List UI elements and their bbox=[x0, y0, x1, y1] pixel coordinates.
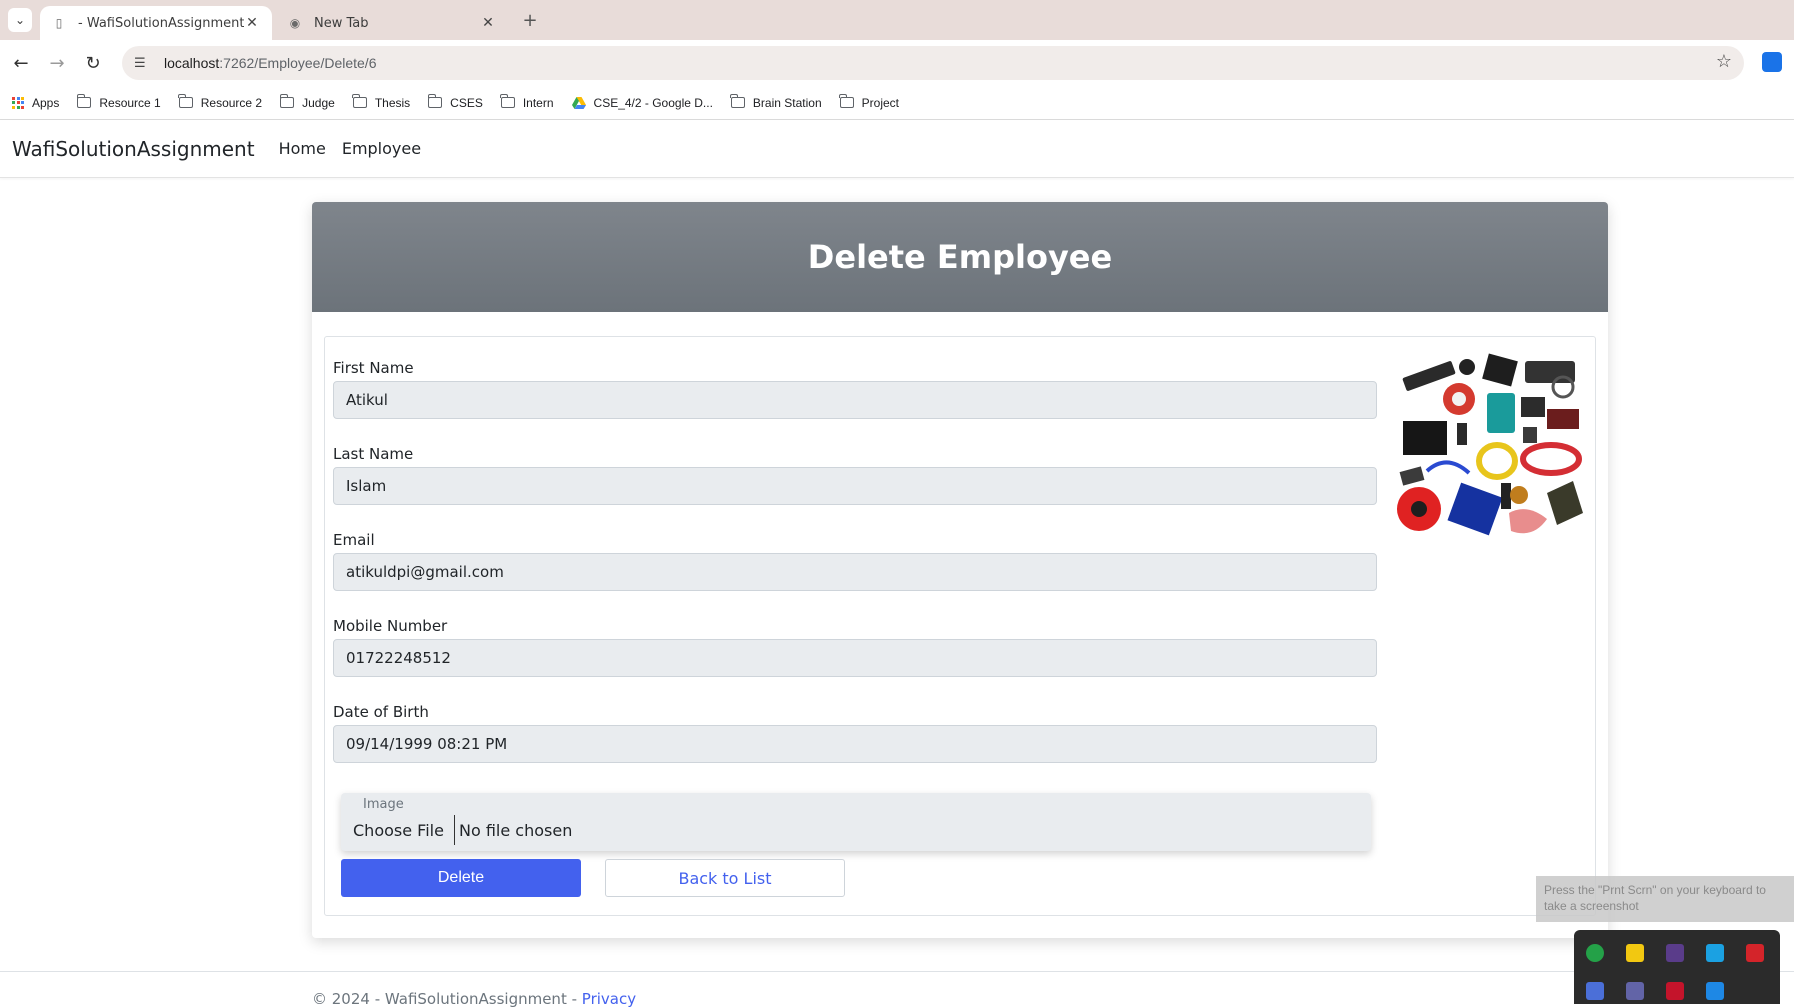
brand-link[interactable]: WafiSolutionAssignment bbox=[12, 137, 255, 161]
bookmark-folder[interactable]: Resource 1 bbox=[76, 94, 161, 110]
check-icon[interactable] bbox=[1586, 944, 1604, 962]
address-bar[interactable]: ☰ localhost:7262/Employee/Delete/6 ☆ bbox=[122, 46, 1744, 80]
folder-icon bbox=[279, 94, 295, 108]
email-group: Email atikuldpi@gmail.com bbox=[333, 531, 1377, 591]
screenshot-toast: Press the "Prnt Scrn" on your keyboard t… bbox=[1536, 876, 1794, 922]
employee-form: First Name Atikul Last Name Islam Email … bbox=[324, 336, 1596, 916]
bluetooth-icon[interactable] bbox=[1706, 944, 1724, 962]
footer: © 2024 - WafiSolutionAssignment - Privac… bbox=[312, 990, 636, 1008]
card-header: Delete Employee bbox=[312, 202, 1608, 312]
first-name-group: First Name Atikul bbox=[333, 359, 1377, 419]
page-title: Delete Employee bbox=[807, 238, 1113, 276]
bookmark-folder[interactable]: Thesis bbox=[352, 94, 410, 110]
folder-icon bbox=[178, 94, 193, 108]
defender-icon[interactable] bbox=[1706, 982, 1724, 1000]
app-icon[interactable] bbox=[1666, 982, 1684, 1000]
file-status: No file chosen bbox=[459, 820, 573, 840]
tab-search-dropdown-icon[interactable]: ⌄ bbox=[8, 8, 32, 32]
email-label: Email bbox=[333, 531, 375, 549]
last-name-group: Last Name Islam bbox=[333, 445, 1377, 505]
back-arrow-icon[interactable]: ← bbox=[8, 50, 34, 76]
bookmark-folder[interactable]: CSES bbox=[427, 94, 483, 110]
reload-icon[interactable]: ↻ bbox=[80, 50, 106, 76]
dob-label: Date of Birth bbox=[333, 703, 429, 721]
folder-icon bbox=[352, 94, 367, 108]
copyright-text: © 2024 - WafiSolutionAssignment - bbox=[312, 990, 582, 1008]
system-tray-flyout bbox=[1574, 930, 1780, 1004]
folder-icon bbox=[76, 94, 92, 108]
google-drive-icon bbox=[571, 96, 586, 109]
privacy-link[interactable]: Privacy bbox=[582, 990, 636, 1008]
employee-photo bbox=[1397, 353, 1583, 536]
folder-icon bbox=[730, 94, 745, 108]
new-tab-icon[interactable]: + bbox=[518, 8, 542, 32]
delete-employee-card: Delete Employee First Name Atikul Last N… bbox=[312, 202, 1608, 938]
acrobat-icon[interactable] bbox=[1746, 944, 1764, 962]
apps-grid-icon bbox=[12, 96, 24, 109]
last-name-field[interactable]: Islam bbox=[333, 467, 1377, 505]
nav-home-link[interactable]: Home bbox=[279, 139, 326, 158]
image-label: Image bbox=[363, 797, 404, 812]
tab-new-tab[interactable]: ◉ New Tab ✕ bbox=[276, 6, 508, 40]
forward-arrow-icon[interactable]: → bbox=[44, 50, 70, 76]
footer-divider bbox=[0, 971, 1794, 972]
folder-icon bbox=[839, 94, 854, 108]
bookmark-apps[interactable]: Apps bbox=[12, 96, 59, 110]
close-tab-icon[interactable]: ✕ bbox=[244, 15, 260, 31]
nav-employee-link[interactable]: Employee bbox=[342, 139, 421, 158]
teams-work-icon[interactable] bbox=[1626, 982, 1644, 1000]
bookmark-folder[interactable]: Intern bbox=[500, 94, 554, 110]
tab-wafi[interactable]: ▯ - WafiSolutionAssignment ✕ bbox=[40, 6, 272, 40]
delete-button[interactable]: Delete bbox=[341, 859, 581, 897]
bookmark-folder[interactable]: Brain Station bbox=[730, 94, 822, 110]
back-to-list-link[interactable]: Back to List bbox=[605, 859, 845, 897]
app-navbar: WafiSolutionAssignment Home Employee bbox=[0, 120, 1794, 178]
mobile-field[interactable]: 01722248512 bbox=[333, 639, 1377, 677]
bookmark-google-drive[interactable]: CSE_4/2 - Google D... bbox=[571, 96, 713, 110]
first-name-field[interactable]: Atikul bbox=[333, 381, 1377, 419]
email-field[interactable]: atikuldpi@gmail.com bbox=[333, 553, 1377, 591]
teams-icon[interactable] bbox=[1586, 982, 1604, 1000]
choose-file-button[interactable]: Choose File bbox=[353, 815, 455, 845]
mobile-group: Mobile Number 01722248512 bbox=[333, 617, 1377, 677]
url-path: :7262/Employee/Delete/6 bbox=[219, 55, 377, 71]
pen-icon[interactable] bbox=[1666, 944, 1684, 962]
folder-icon bbox=[427, 94, 443, 108]
mobile-label: Mobile Number bbox=[333, 617, 448, 635]
browser-toolbar: ← → ↻ ☰ localhost:7262/Employee/Delete/6… bbox=[0, 40, 1794, 86]
last-name-label: Last Name bbox=[333, 445, 414, 463]
tab-strip: ⌄ ▯ - WafiSolutionAssignment ✕ ◉ New Tab… bbox=[0, 0, 1794, 40]
tab-title: - WafiSolutionAssignment bbox=[78, 15, 244, 31]
tab-title: New Tab bbox=[314, 15, 369, 31]
bookmark-star-icon[interactable]: ☆ bbox=[1716, 51, 1732, 72]
page-icon: ▯ bbox=[55, 16, 63, 30]
folder-icon bbox=[500, 94, 515, 108]
close-tab-icon[interactable]: ✕ bbox=[480, 15, 496, 31]
bookmark-folder[interactable]: Judge bbox=[279, 94, 335, 110]
sticky-notes-icon[interactable] bbox=[1626, 944, 1644, 962]
url-host: localhost bbox=[164, 55, 220, 71]
bookmark-folder[interactable]: Resource 2 bbox=[178, 94, 262, 110]
first-name-label: First Name bbox=[333, 359, 414, 377]
dob-group: Date of Birth 09/14/1999 08:21 PM bbox=[333, 703, 1377, 763]
image-file-input: Image Choose File No file chosen bbox=[341, 793, 1371, 851]
site-info-icon[interactable]: ☰ bbox=[134, 56, 154, 71]
chrome-icon: ◉ bbox=[289, 16, 301, 30]
extension-icon[interactable] bbox=[1762, 52, 1782, 72]
bookmarks-bar: Apps Resource 1 Resource 2 Judge Thesis … bbox=[0, 86, 1794, 120]
bookmark-folder[interactable]: Project bbox=[839, 94, 899, 110]
dob-field[interactable]: 09/14/1999 08:21 PM bbox=[333, 725, 1377, 763]
